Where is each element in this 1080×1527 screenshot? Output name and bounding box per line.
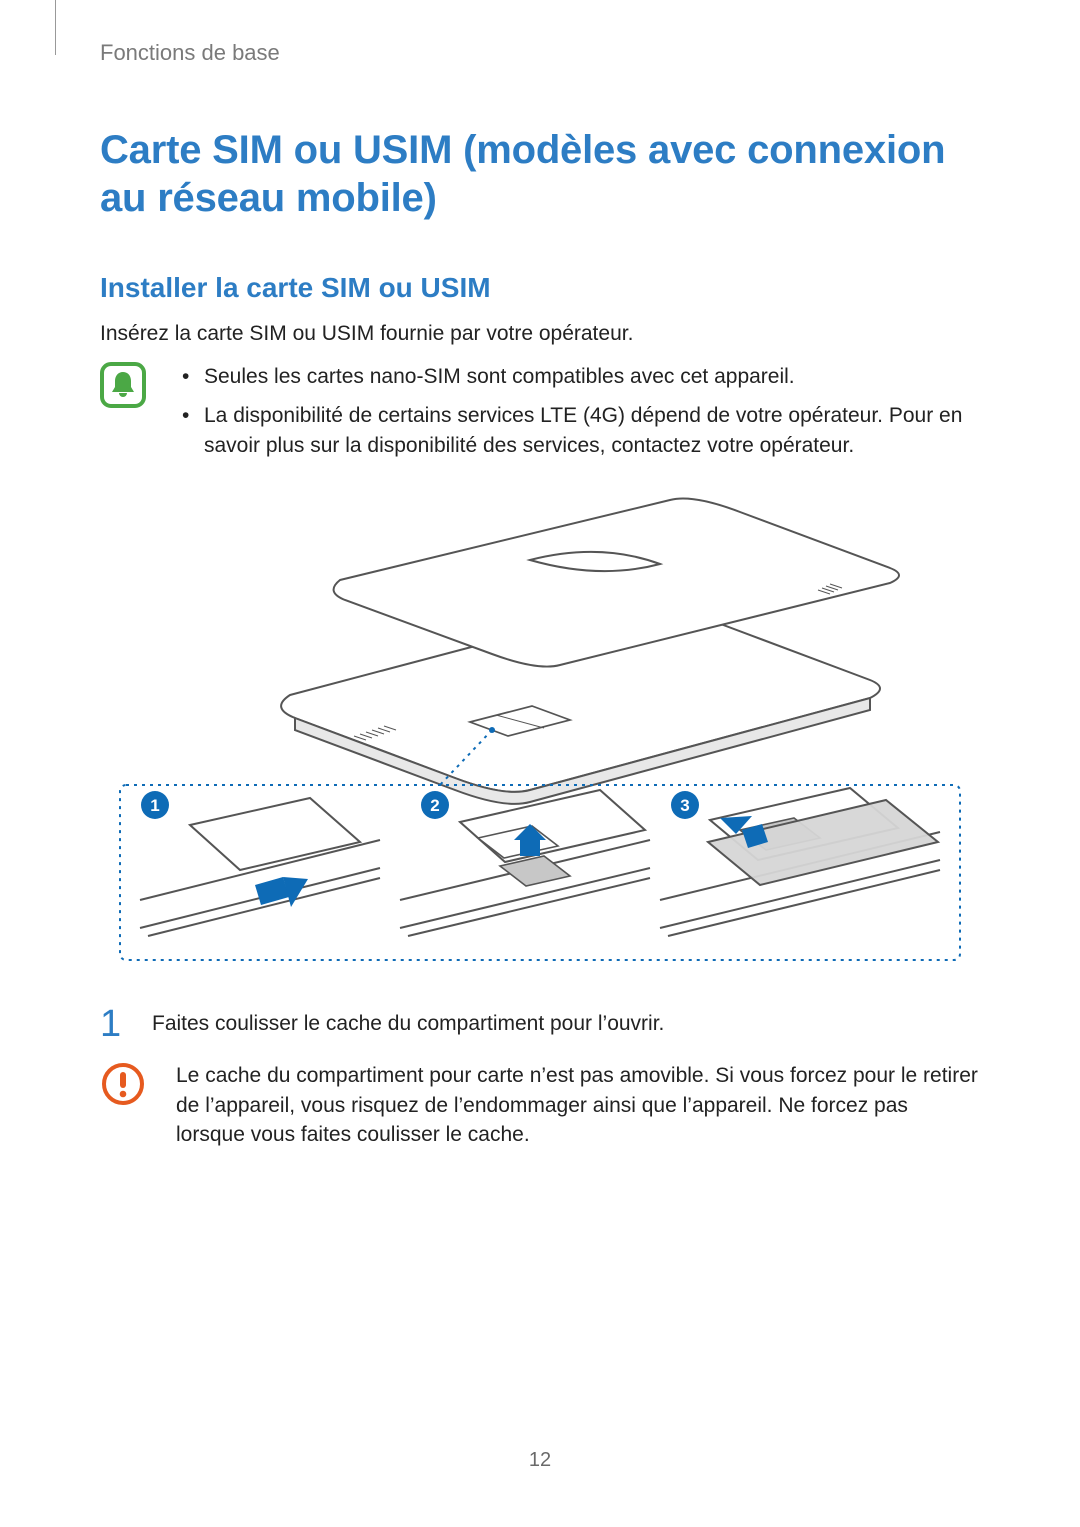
note-list: Seules les cartes nano-SIM sont compatib… bbox=[176, 362, 980, 470]
running-header: Fonctions de base bbox=[100, 40, 980, 66]
device-perspective-figure bbox=[281, 499, 899, 804]
note-block: Seules les cartes nano-SIM sont compatib… bbox=[100, 362, 980, 490]
page-title: Carte SIM ou USIM (modèles avec connexio… bbox=[100, 126, 980, 222]
section-heading: Installer la carte SIM ou USIM bbox=[100, 272, 980, 304]
page-number: 12 bbox=[0, 1449, 1080, 1472]
step-badge-3: 3 bbox=[671, 791, 699, 819]
step-badge-1: 1 bbox=[141, 791, 169, 819]
step-badge-label: 3 bbox=[680, 796, 689, 815]
step-1-figure bbox=[130, 798, 390, 950]
step-badge-2: 2 bbox=[421, 791, 449, 819]
note-item: Seules les cartes nano-SIM sont compatib… bbox=[176, 362, 980, 391]
bell-note-icon bbox=[100, 362, 146, 408]
intro-paragraph: Insérez la carte SIM ou USIM fournie par… bbox=[100, 322, 980, 346]
step-badge-label: 2 bbox=[430, 796, 439, 815]
margin-rule bbox=[55, 0, 56, 55]
step-badge-label: 1 bbox=[150, 796, 159, 815]
step-text: Faites coulisser le cache du compartimen… bbox=[152, 1012, 664, 1036]
note-item: La disponibilité de certains services LT… bbox=[176, 401, 980, 460]
numbered-step: 1 Faites coulisser le cache du compartim… bbox=[100, 1005, 980, 1043]
device-illustration: 1 2 3 bbox=[100, 490, 980, 965]
warning-icon bbox=[100, 1061, 146, 1107]
document-page: Fonctions de base Carte SIM ou USIM (mod… bbox=[0, 0, 1080, 1527]
step-number: 1 bbox=[100, 1005, 130, 1043]
caution-text: Le cache du compartiment pour carte n’es… bbox=[176, 1061, 980, 1149]
caution-block: Le cache du compartiment pour carte n’es… bbox=[100, 1061, 980, 1149]
step-3-figure bbox=[660, 788, 950, 950]
